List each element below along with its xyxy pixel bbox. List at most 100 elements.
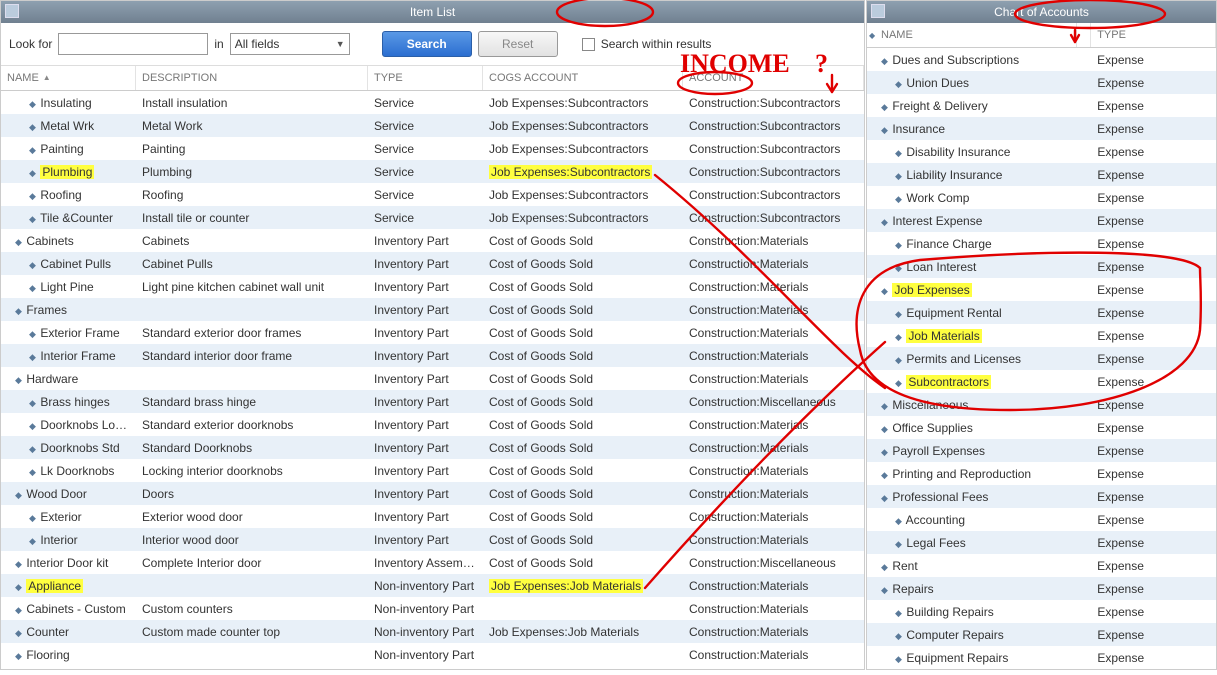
table-row[interactable]: ◆ Building RepairsExpense <box>867 600 1216 623</box>
table-row[interactable]: ◆ FramesInventory PartCost of Goods Sold… <box>1 298 864 321</box>
table-row[interactable]: ◆ RoofingRoofingServiceJob Expenses:Subc… <box>1 183 864 206</box>
diamond-icon: ◆ <box>881 102 889 113</box>
cell-type: Expense <box>1091 559 1216 573</box>
table-row[interactable]: ◆ RentExpense <box>867 554 1216 577</box>
cell-cogs: Cost of Goods Sold <box>483 303 683 317</box>
table-row[interactable]: ◆ Permits and LicensesExpense <box>867 347 1216 370</box>
diamond-icon: ◆ <box>881 493 889 504</box>
cell-type: Expense <box>1091 283 1216 297</box>
table-row[interactable]: ◆ Dues and SubscriptionsExpense <box>867 48 1216 71</box>
table-row[interactable]: ◆ Job MaterialsExpense <box>867 324 1216 347</box>
table-row[interactable]: ◆ Disability InsuranceExpense <box>867 140 1216 163</box>
table-row[interactable]: ◆ Exterior FrameStandard exterior door f… <box>1 321 864 344</box>
col-description[interactable]: DESCRIPTION <box>136 66 368 90</box>
look-for-input[interactable] <box>58 33 208 55</box>
table-row[interactable]: ◆ Office SuppliesExpense <box>867 416 1216 439</box>
cell-name: ◆ Finance Charge <box>867 237 1078 251</box>
table-row[interactable]: ◆ Loan InterestExpense <box>867 255 1216 278</box>
reset-button[interactable]: Reset <box>478 31 558 57</box>
table-row[interactable]: ◆ ExteriorExterior wood doorInventory Pa… <box>1 505 864 528</box>
table-row[interactable]: ◆ Interior FrameStandard interior door f… <box>1 344 864 367</box>
table-row[interactable]: ◆ SubcontractorsExpense <box>867 370 1216 393</box>
cell-account: Construction:Subcontractors <box>683 211 864 225</box>
table-row[interactable]: ◆ Lk DoorknobsLocking interior doorknobs… <box>1 459 864 482</box>
cell-type: Non-inventory Part <box>368 579 483 593</box>
table-row[interactable]: ◆ Freight & DeliveryExpense <box>867 94 1216 117</box>
table-row[interactable]: ◆ FlooringNon-inventory PartConstruction… <box>1 643 864 666</box>
table-row[interactable]: ◆ Work CompExpense <box>867 186 1216 209</box>
table-row[interactable]: ◆ Job ExpensesExpense <box>867 278 1216 301</box>
table-row[interactable]: ◆ Union DuesExpense <box>867 71 1216 94</box>
table-row[interactable]: ◆ Printing and ReproductionExpense <box>867 462 1216 485</box>
cell-cogs: Cost of Goods Sold <box>483 257 683 271</box>
table-row[interactable]: ◆ RepairsExpense <box>867 577 1216 600</box>
table-row[interactable]: ◆ Payroll ExpensesExpense <box>867 439 1216 462</box>
cell-type: Service <box>368 119 483 133</box>
diamond-icon: ◆ <box>29 99 37 110</box>
cell-name: ◆ Interest Expense <box>867 214 1077 228</box>
table-row[interactable]: ◆ Liability InsuranceExpense <box>867 163 1216 186</box>
cell-name: ◆ Insurance <box>867 122 1077 136</box>
table-row[interactable]: ◆ Metal WrkMetal WorkServiceJob Expenses… <box>1 114 864 137</box>
table-row[interactable]: ◆ Brass hingesStandard brass hingeInvent… <box>1 390 864 413</box>
table-row[interactable]: ◆ Legal FeesExpense <box>867 531 1216 554</box>
table-row[interactable]: ◆ CounterCustom made counter topNon-inve… <box>1 620 864 643</box>
col-account[interactable]: ACCOUNT <box>683 66 864 90</box>
cell-cogs: Job Expenses:Job Materials <box>483 579 683 593</box>
cell-type: Expense <box>1091 260 1216 274</box>
table-row[interactable]: ◆ Equipment RentalExpense <box>867 301 1216 324</box>
cell-type: Inventory Part <box>368 510 483 524</box>
cell-type: Expense <box>1091 306 1216 320</box>
table-row[interactable]: ◆ InsulatingInstall insulationServiceJob… <box>1 91 864 114</box>
diamond-icon: ◆ <box>15 375 23 386</box>
diamond-icon: ◆ <box>895 516 903 527</box>
table-row[interactable]: ◆ ApplianceNon-inventory PartJob Expense… <box>1 574 864 597</box>
table-row[interactable]: ◆ Doorknobs StdStandard DoorknobsInvento… <box>1 436 864 459</box>
table-row[interactable]: ◆ MiscellaneousExpense <box>867 393 1216 416</box>
table-row[interactable]: ◆ Doorknobs Lock...Standard exterior doo… <box>1 413 864 436</box>
diamond-icon: ◆ <box>881 424 889 435</box>
item-list-columns: NAME DESCRIPTION TYPE COGS ACCOUNT ACCOU… <box>1 66 864 91</box>
item-list-titlebar[interactable]: Item List <box>1 1 864 23</box>
window-control-icon[interactable] <box>871 4 885 18</box>
table-row[interactable]: ◆ Cabinet PullsCabinet PullsInventory Pa… <box>1 252 864 275</box>
window-control-icon[interactable] <box>5 4 19 18</box>
search-within-checkbox[interactable] <box>582 38 595 51</box>
table-row[interactable]: ◆ Equipment RepairsExpense <box>867 646 1216 669</box>
table-row[interactable]: ◆ Finance ChargeExpense <box>867 232 1216 255</box>
col-cogs-account[interactable]: COGS ACCOUNT <box>483 66 683 90</box>
table-row[interactable]: ◆ AccountingExpense <box>867 508 1216 531</box>
search-button[interactable]: Search <box>382 31 472 57</box>
table-row[interactable]: ◆ PlumbingPlumbingServiceJob Expenses:Su… <box>1 160 864 183</box>
coa-columns: NAME TYPE <box>867 23 1216 48</box>
col-type[interactable]: TYPE <box>1091 23 1216 47</box>
cell-name: ◆ Exterior Frame <box>1 326 136 340</box>
table-row[interactable]: ◆ Interest ExpenseExpense <box>867 209 1216 232</box>
table-row[interactable]: ◆ HardwareInventory PartCost of Goods So… <box>1 367 864 390</box>
col-name[interactable]: NAME <box>867 23 1077 47</box>
col-attach[interactable] <box>1077 23 1091 47</box>
table-row[interactable]: ◆ InteriorInterior wood doorInventory Pa… <box>1 528 864 551</box>
diamond-icon: ◆ <box>29 214 37 225</box>
table-row[interactable]: ◆ Tile &CounterInstall tile or counterSe… <box>1 206 864 229</box>
table-row[interactable]: ◆ Light PineLight pine kitchen cabinet w… <box>1 275 864 298</box>
table-row[interactable]: ◆ InsuranceExpense <box>867 117 1216 140</box>
cell-name: ◆ Cabinets <box>1 234 136 248</box>
coa-titlebar[interactable]: Chart of Accounts <box>867 1 1216 23</box>
table-row[interactable]: ◆ CabinetsCabinetsInventory PartCost of … <box>1 229 864 252</box>
cell-type: Inventory Part <box>368 257 483 271</box>
cell-type: Expense <box>1091 329 1216 343</box>
fields-select[interactable]: All fields ▼ <box>230 33 350 55</box>
diamond-icon: ◆ <box>895 608 903 619</box>
table-row[interactable]: ◆ PaintingPaintingServiceJob Expenses:Su… <box>1 137 864 160</box>
table-row[interactable]: ◆ Computer RepairsExpense <box>867 623 1216 646</box>
col-name[interactable]: NAME <box>1 66 136 90</box>
cell-account: Construction:Materials <box>683 464 864 478</box>
cell-type: Inventory Part <box>368 280 483 294</box>
table-row[interactable]: ◆ Wood DoorDoorsInventory PartCost of Go… <box>1 482 864 505</box>
diamond-icon: ◆ <box>881 470 889 481</box>
table-row[interactable]: ◆ Interior Door kitComplete Interior doo… <box>1 551 864 574</box>
col-type[interactable]: TYPE <box>368 66 483 90</box>
table-row[interactable]: ◆ Professional FeesExpense <box>867 485 1216 508</box>
table-row[interactable]: ◆ Cabinets - CustomCustom countersNon-in… <box>1 597 864 620</box>
